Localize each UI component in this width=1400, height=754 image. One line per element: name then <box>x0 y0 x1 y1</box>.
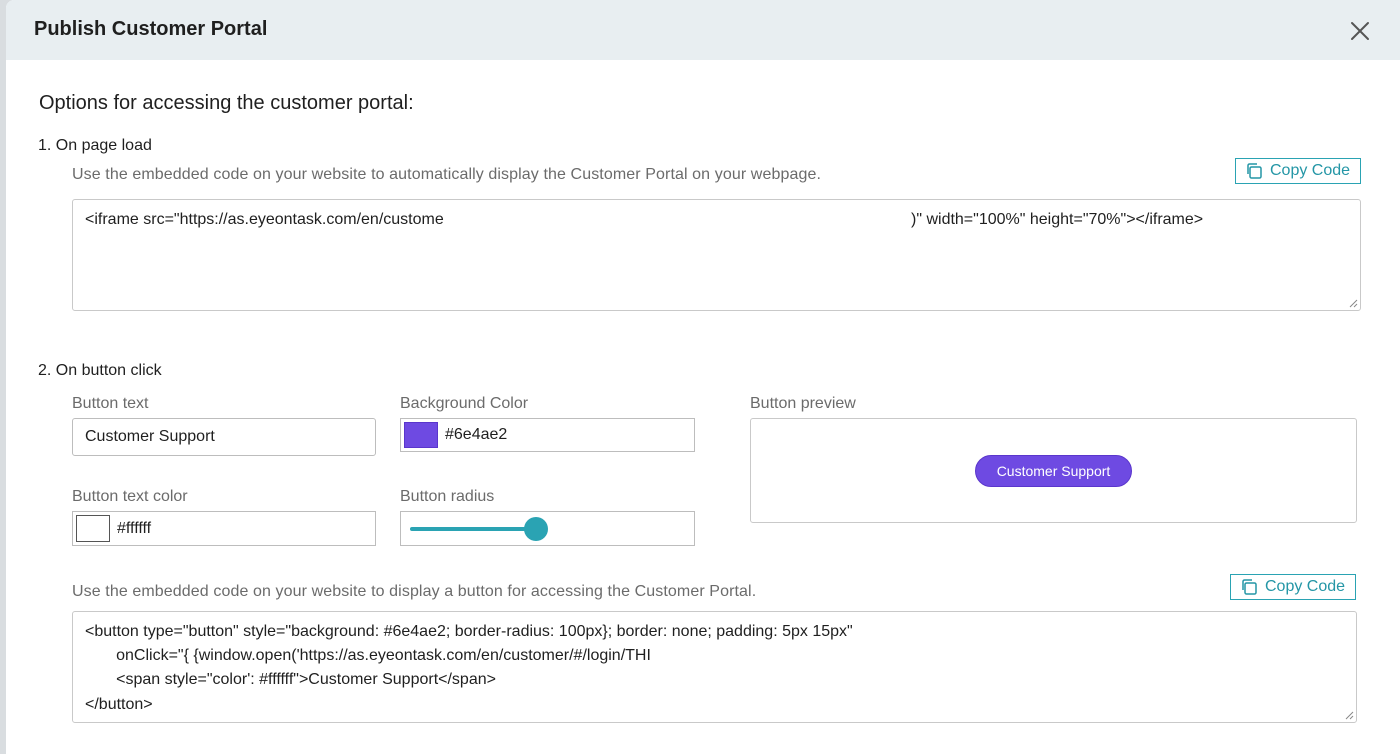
button-text-input[interactable] <box>72 418 376 456</box>
background-color-swatch[interactable] <box>404 422 438 448</box>
button-text-color-value[interactable]: #ffffff <box>117 520 151 538</box>
button-radius-slider-track[interactable] <box>410 527 536 531</box>
iframe-code-start: <iframe src="https://as.eyeontask.com/en… <box>85 211 444 228</box>
on-button-click-description: Use the embedded code on your website to… <box>72 583 757 600</box>
iframe-code-end: )" width="100%" height="70%"></iframe> <box>911 211 1204 228</box>
copy-icon <box>1242 579 1257 595</box>
publish-portal-modal: Publish Customer Portal Options for acce… <box>6 0 1400 754</box>
copy-button-code-button[interactable]: Copy Code <box>1230 574 1356 600</box>
close-icon <box>1351 22 1369 40</box>
button-text-color-field[interactable]: #ffffff <box>72 511 376 546</box>
button-preview-label: Button preview <box>750 395 856 412</box>
button-preview-box: Customer Support <box>750 418 1357 523</box>
iframe-code-textarea[interactable]: <iframe src="https://as.eyeontask.com/en… <box>72 199 1361 311</box>
background-color-label: Background Color <box>400 395 529 412</box>
close-button[interactable] <box>1348 19 1372 43</box>
button-code-line: </button> <box>85 696 153 713</box>
button-text-color-swatch[interactable] <box>76 515 110 542</box>
preview-customer-support-button[interactable]: Customer Support <box>975 455 1132 487</box>
background-color-field[interactable]: #6e4ae2 <box>400 418 695 452</box>
button-text-color-label: Button text color <box>72 488 188 505</box>
copy-icon <box>1247 163 1262 179</box>
modal-title: Publish Customer Portal <box>34 18 268 40</box>
button-code-line: onClick="{ {window.open('https://as.eyeo… <box>85 647 651 664</box>
copy-iframe-code-label: Copy Code <box>1270 162 1351 179</box>
resize-grip-icon[interactable] <box>1348 298 1358 308</box>
button-code-line: <span style="color': #ffffff">Customer S… <box>85 671 496 688</box>
copy-button-code-label: Copy Code <box>1265 578 1346 595</box>
on-page-load-description: Use the embedded code on your website to… <box>72 166 821 183</box>
button-code-textarea[interactable]: <button type="button" style="background:… <box>72 611 1357 723</box>
on-button-click-title: 2. On button click <box>38 362 162 379</box>
modal-header: Publish Customer Portal <box>6 0 1400 60</box>
resize-grip-icon[interactable] <box>1344 710 1354 720</box>
copy-iframe-code-button[interactable]: Copy Code <box>1235 158 1361 184</box>
background-color-value[interactable]: #6e4ae2 <box>445 426 507 444</box>
button-code-line: <button type="button" style="background:… <box>85 623 853 640</box>
button-radius-label: Button radius <box>400 488 495 505</box>
button-text-label: Button text <box>72 395 149 412</box>
portal-options-heading: Options for accessing the customer porta… <box>39 92 414 114</box>
button-radius-slider-thumb[interactable] <box>524 517 548 541</box>
button-radius-field <box>400 511 695 546</box>
on-page-load-title: 1. On page load <box>38 137 152 154</box>
